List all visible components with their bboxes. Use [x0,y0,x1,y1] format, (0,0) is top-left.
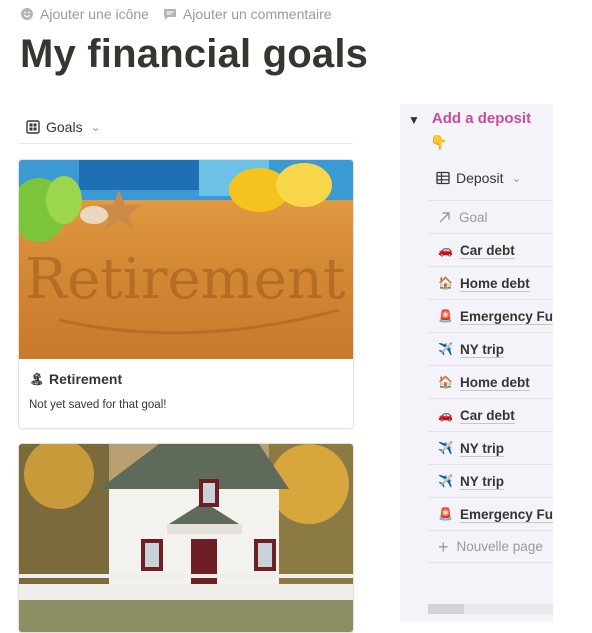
row-label[interactable]: Emergency Fund [460,309,553,324]
table-row[interactable]: 🏠 Home debt [428,266,553,299]
add-icon-label: Ajouter une icône [40,6,149,22]
page-controls: Ajouter une icône Ajouter un commentaire [20,6,332,22]
row-label[interactable]: NY trip [460,474,504,489]
table-view-icon [436,171,450,185]
table-row[interactable]: 🚗 Car debt [428,233,553,266]
table-row[interactable]: 🏠 Home debt [428,365,553,398]
page-title[interactable]: My financial goals [20,32,368,77]
deposit-title: Add a deposit [431,110,532,127]
deposit-table: Goal 🚗 Car debt 🏠 Home debt 🚨 Emergency Fun… [428,200,553,563]
goals-view-label: Goals [46,118,83,135]
house-icon: 🏠 [438,375,453,389]
new-page-label: Nouvelle page [456,539,543,554]
card-title-text: Retirement [49,371,123,387]
row-label[interactable]: Car debt [460,243,515,258]
column-header-goal[interactable]: Goal [428,200,553,233]
table-row[interactable]: ✈️ NY trip [428,464,553,497]
deposit-view-selector[interactable]: Deposit ⌄ [436,170,522,186]
row-label[interactable]: Home debt [460,375,530,390]
horizontal-scrollbar[interactable] [428,604,553,614]
car-icon: 🚗 [438,243,453,257]
card-title[interactable]: 🏝 Retirement [19,359,353,387]
cover-image-house [19,444,353,632]
siren-icon: 🚨 [438,309,453,323]
comment-icon [163,9,176,20]
table-row[interactable]: 🚗 Car debt [428,398,553,431]
airplane-icon: ✈️ [438,441,453,455]
row-label[interactable]: Home debt [460,276,530,291]
relation-arrow-icon [439,211,450,222]
plus-icon: + [438,536,449,557]
smiley-icon [21,8,33,20]
table-row[interactable]: 🚨 Emergency Fund [428,299,553,332]
add-icon-button[interactable]: Ajouter une icône [20,6,149,22]
airplane-icon: ✈️ [438,342,453,356]
new-page-button[interactable]: + Nouvelle page [428,530,553,563]
goal-card-house[interactable] [18,443,354,633]
row-label[interactable]: Car debt [460,408,515,423]
chevron-down-icon: ⌄ [90,119,101,134]
card-description: Not yet saved for that goal! [29,399,167,411]
airplane-icon: ✈️ [438,474,453,488]
toggle-triangle-icon[interactable]: ▼ [408,113,420,127]
scrollbar-thumb[interactable] [428,604,464,614]
house-illustration [19,444,353,632]
cover-sand-text: Retirement [25,247,346,312]
goal-card-retirement[interactable]: Retirement 🏝 Retirement Not yet saved fo… [18,159,354,429]
island-icon: 🏝 [29,372,45,386]
deposit-toggle[interactable]: ▼ Add a deposit [408,110,531,127]
column-header-label: Goal [459,209,488,225]
cover-image-beach: Retirement [19,160,353,359]
pointing-down-icon: 👇 [430,134,448,150]
chevron-down-icon: ⌄ [511,171,522,185]
car-icon: 🚗 [438,408,453,422]
add-comment-label: Ajouter un commentaire [182,6,332,22]
house-icon: 🏠 [438,276,453,290]
row-label[interactable]: Emergency Fund [460,507,553,522]
beach-sand-illustration: Retirement [19,160,353,359]
deposit-panel: ▼ Add a deposit 👇 Deposit ⌄ Goal 🚗 Car de… [400,104,553,622]
add-comment-button[interactable]: Ajouter un commentaire [163,6,332,22]
table-row[interactable]: 🚨 Emergency Fund [428,497,553,530]
row-label[interactable]: NY trip [460,342,504,357]
siren-icon: 🚨 [438,507,453,521]
table-row[interactable]: ✈️ NY trip [428,332,553,365]
table-row[interactable]: ✈️ NY trip [428,431,553,464]
gallery-view-icon [26,119,40,134]
deposit-view-label: Deposit [456,170,504,186]
goals-view-selector[interactable]: Goals ⌄ [18,110,353,144]
row-label[interactable]: NY trip [460,441,504,456]
